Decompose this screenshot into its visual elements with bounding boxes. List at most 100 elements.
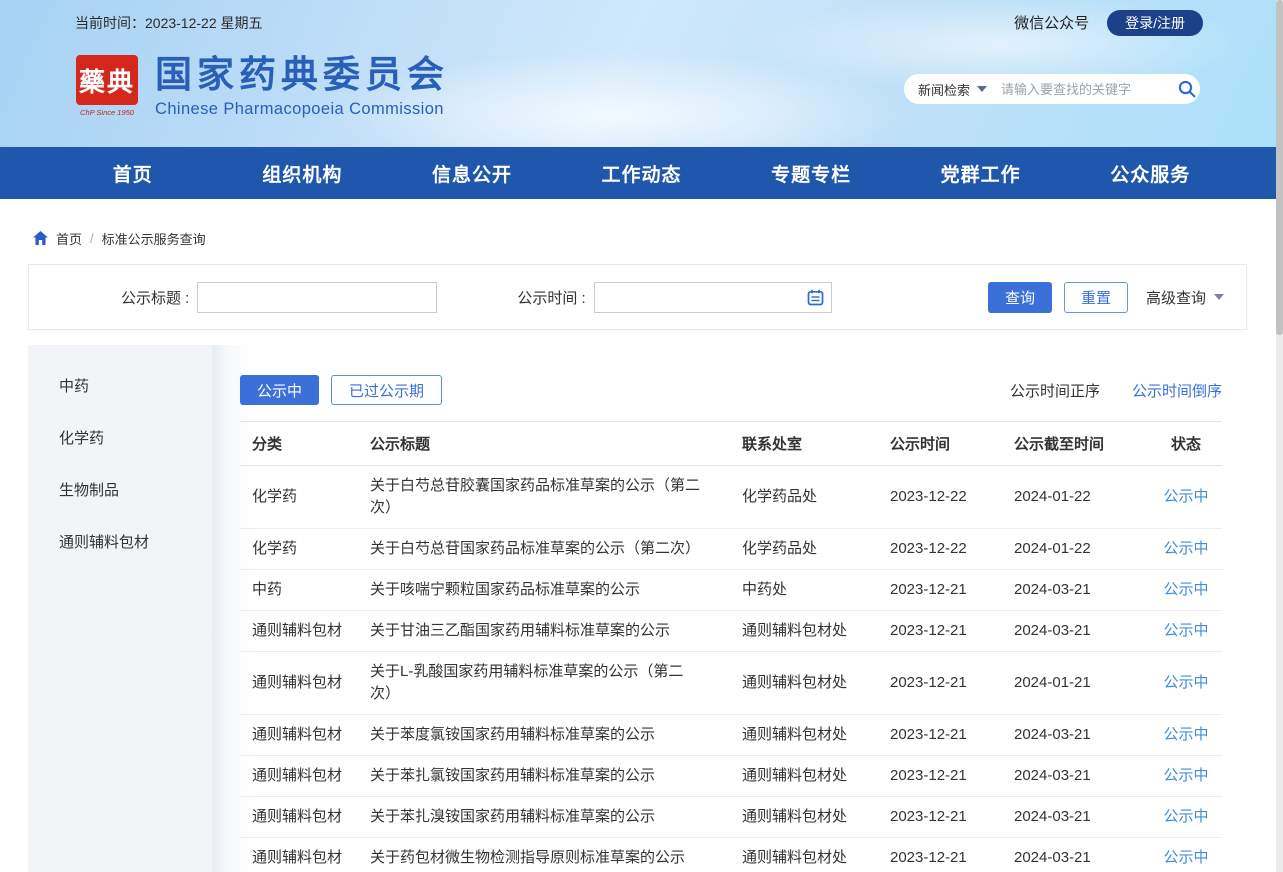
seal-caption: ChP Since 1950 (80, 108, 134, 117)
cell-status[interactable]: 公示中 (1144, 838, 1222, 872)
scrollbar-thumb[interactable] (1276, 0, 1283, 335)
table-row: 通则辅料包材关于苯扎溴铵国家药用辅料标准草案的公示通则辅料包材处2023-12-… (240, 797, 1222, 838)
chevron-down-icon[interactable] (977, 86, 987, 92)
sidebar-item-4[interactable]: 通则辅料包材 (28, 515, 212, 567)
cell-title[interactable]: 关于白芍总苷国家药品标准草案的公示（第二次） (358, 529, 730, 570)
cell-title[interactable]: 关于药包材微生物检测指导原则标准草案的公示 (358, 838, 730, 872)
cell-status[interactable]: 公示中 (1144, 756, 1222, 797)
cell-deadline: 2024-03-21 (1002, 611, 1144, 652)
nav-item-4[interactable]: 工作动态 (557, 160, 727, 187)
calendar-icon[interactable] (807, 289, 824, 306)
tab-expired-announcement[interactable]: 已过公示期 (331, 375, 442, 405)
column-header-category: 分类 (240, 422, 358, 466)
breadcrumb-separator: / (90, 231, 94, 246)
nav-item-6[interactable]: 党群工作 (896, 160, 1066, 187)
search-icon[interactable] (1177, 79, 1197, 99)
sort-time-descending[interactable]: 公示时间倒序 (1132, 380, 1222, 401)
cell-office: 通则辅料包材处 (730, 838, 878, 872)
login-register-button[interactable]: 登录/注册 (1107, 10, 1203, 37)
nav-item-7[interactable]: 公众服务 (1065, 160, 1235, 187)
cell-office: 中药处 (730, 570, 878, 611)
cell-title[interactable]: 关于苯扎溴铵国家药用辅料标准草案的公示 (358, 797, 730, 838)
cell-category: 通则辅料包材 (240, 715, 358, 756)
nav-item-2[interactable]: 组织机构 (218, 160, 388, 187)
search-input[interactable] (1001, 82, 1177, 97)
nav-item-5[interactable]: 专题专栏 (726, 160, 896, 187)
table-row: 通则辅料包材关于苯扎氯铵国家药用辅料标准草案的公示通则辅料包材处2023-12-… (240, 756, 1222, 797)
chevron-down-icon (1214, 294, 1224, 300)
cell-category: 化学药 (240, 529, 358, 570)
cell-office: 通则辅料包材处 (730, 611, 878, 652)
sort-time-ascending[interactable]: 公示时间正序 (1010, 380, 1100, 401)
title-filter-input[interactable] (197, 282, 437, 313)
nav-item-1[interactable]: 首页 (48, 160, 218, 187)
cell-office: 通则辅料包材处 (730, 756, 878, 797)
cell-title[interactable]: 关于苯扎氯铵国家药用辅料标准草案的公示 (358, 756, 730, 797)
cell-deadline: 2024-01-21 (1002, 652, 1144, 715)
breadcrumb-home[interactable]: 首页 (56, 229, 82, 248)
column-header-office: 联系处室 (730, 422, 878, 466)
seal-icon: 藥典 (76, 55, 138, 105)
nav-item-3[interactable]: 信息公开 (387, 160, 557, 187)
cell-date: 2023-12-21 (878, 838, 1002, 872)
cell-status[interactable]: 公示中 (1144, 466, 1222, 529)
cell-status[interactable]: 公示中 (1144, 611, 1222, 652)
cell-status[interactable]: 公示中 (1144, 652, 1222, 715)
cell-date: 2023-12-21 (878, 570, 1002, 611)
query-button[interactable]: 查询 (988, 282, 1052, 313)
cell-office: 化学药品处 (730, 529, 878, 570)
cell-status[interactable]: 公示中 (1144, 715, 1222, 756)
sidebar-item-1[interactable]: 中药 (28, 359, 212, 411)
cell-deadline: 2024-03-21 (1002, 797, 1144, 838)
cell-deadline: 2024-03-21 (1002, 838, 1144, 872)
top-bar: 当前时间：2023-12-22 星期五 微信公众号 登录/注册 (0, 8, 1283, 38)
current-time: 当前时间：2023-12-22 星期五 (75, 13, 263, 33)
site-header: 当前时间：2023-12-22 星期五 微信公众号 登录/注册 藥典 ChP S… (0, 0, 1283, 147)
tab-in-announcement[interactable]: 公示中 (240, 375, 319, 405)
table-row: 通则辅料包材关于L-乳酸国家药用辅料标准草案的公示（第二次）通则辅料包材处202… (240, 652, 1222, 715)
site-title-en: Chinese Pharmacopoeia Commission (155, 100, 449, 119)
advanced-search-label: 高级查询 (1146, 287, 1206, 308)
cell-title[interactable]: 关于白芍总苷胶囊国家药品标准草案的公示（第二次） (358, 466, 730, 529)
site-title-cn: 国家药典委员会 (155, 55, 449, 96)
main-nav: 首页组织机构信息公开工作动态专题专栏党群工作公众服务 (0, 147, 1283, 199)
reset-button[interactable]: 重置 (1064, 282, 1128, 313)
announcement-table: 分类 公示标题 联系处室 公示时间 公示截至时间 状态 化学药关于白芍总苷胶囊国… (240, 421, 1222, 872)
table-row: 通则辅料包材关于甘油三乙酯国家药用辅料标准草案的公示通则辅料包材处2023-12… (240, 611, 1222, 652)
site-search: 新闻检索 (904, 74, 1200, 104)
advanced-search-toggle[interactable]: 高级查询 (1146, 287, 1224, 308)
sidebar-item-3[interactable]: 生物制品 (28, 463, 212, 515)
search-category-select[interactable]: 新闻检索 (918, 80, 970, 99)
cell-date: 2023-12-21 (878, 797, 1002, 838)
cell-status[interactable]: 公示中 (1144, 797, 1222, 838)
cell-date: 2023-12-21 (878, 715, 1002, 756)
cell-title[interactable]: 关于咳喘宁颗粒国家药品标准草案的公示 (358, 570, 730, 611)
cell-title[interactable]: 关于苯度氯铵国家药用辅料标准草案的公示 (358, 715, 730, 756)
results-panel: 公示中 已过公示期 公示时间正序 公示时间倒序 分类 公示标题 联系处室 公示时… (212, 345, 1247, 872)
cell-office: 通则辅料包材处 (730, 652, 878, 715)
cell-deadline: 2024-01-22 (1002, 529, 1144, 570)
cell-deadline: 2024-01-22 (1002, 466, 1144, 529)
wechat-link[interactable]: 微信公众号 (1014, 12, 1089, 33)
sidebar-item-2[interactable]: 化学药 (28, 411, 212, 463)
cell-office: 通则辅料包材处 (730, 715, 878, 756)
time-filter-label: 公示时间 : (517, 287, 585, 308)
cell-status[interactable]: 公示中 (1144, 529, 1222, 570)
cell-category: 通则辅料包材 (240, 611, 358, 652)
scrollbar-track[interactable] (1276, 0, 1283, 872)
column-header-date: 公示时间 (878, 422, 1002, 466)
chp-seal-logo: 藥典 ChP Since 1950 (75, 55, 139, 119)
column-header-title: 公示标题 (358, 422, 730, 466)
breadcrumb: 首页 / 标准公示服务查询 (0, 199, 1283, 255)
cell-title[interactable]: 关于甘油三乙酯国家药用辅料标准草案的公示 (358, 611, 730, 652)
cell-title[interactable]: 关于L-乳酸国家药用辅料标准草案的公示（第二次） (358, 652, 730, 715)
column-header-deadline: 公示截至时间 (1002, 422, 1144, 466)
breadcrumb-current: 标准公示服务查询 (102, 229, 206, 248)
cell-status[interactable]: 公示中 (1144, 570, 1222, 611)
cell-deadline: 2024-03-21 (1002, 715, 1144, 756)
cell-date: 2023-12-21 (878, 652, 1002, 715)
table-row: 通则辅料包材关于苯度氯铵国家药用辅料标准草案的公示通则辅料包材处2023-12-… (240, 715, 1222, 756)
home-icon[interactable] (33, 231, 48, 245)
time-filter-input[interactable] (594, 282, 832, 313)
category-sidebar: 中药化学药生物制品通则辅料包材 (28, 345, 212, 872)
